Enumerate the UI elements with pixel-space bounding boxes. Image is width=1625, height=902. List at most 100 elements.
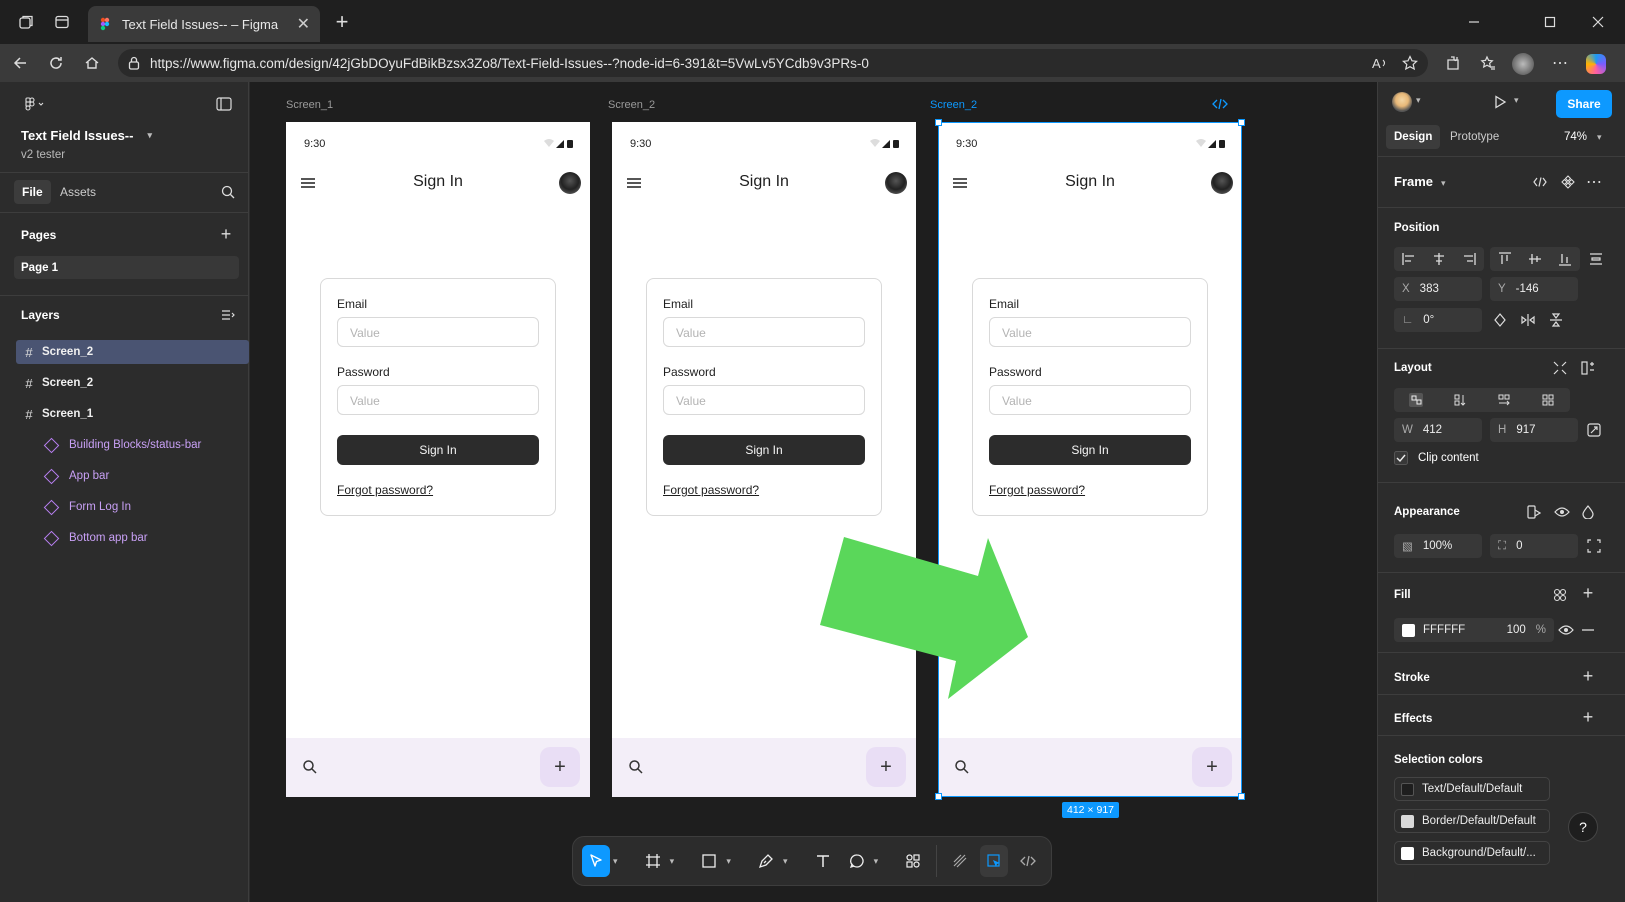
browser-tab-active[interactable]: Text Field Issues-- – Figma ✕ [88,6,320,42]
blend-mode-icon[interactable] [1578,502,1598,522]
back-icon[interactable] [6,49,34,77]
extensions-icon[interactable] [1439,49,1467,77]
address-bar[interactable]: https://www.figma.com/design/42jGbDOyuFd… [118,49,1428,77]
tab-design[interactable]: Design [1386,125,1441,149]
chevron-down-icon[interactable]: ▾ [726,856,735,867]
chevron-down-icon[interactable]: ▾ [670,856,679,867]
share-button[interactable]: Share [1556,90,1612,118]
frame-tool-icon[interactable] [639,845,667,877]
copilot-icon[interactable] [1586,54,1606,74]
width-field[interactable]: W 412 [1394,418,1482,442]
layers-collapse-icon[interactable] [214,301,242,329]
x-field[interactable]: X 383 [1394,277,1482,301]
resize-to-fit-icon[interactable] [1584,420,1604,440]
opacity-field[interactable]: ▧ 100% [1394,534,1482,558]
y-field[interactable]: Y -146 [1490,277,1578,301]
comment-tool-icon[interactable] [843,845,871,877]
favorite-star-icon[interactable] [1402,55,1418,71]
layer-screen-2-selected[interactable]: # Screen_2 [16,340,249,364]
layout-vertical-icon[interactable] [1453,393,1467,407]
independent-corners-icon[interactable] [1584,536,1604,556]
resize-handle-tr[interactable] [1238,119,1245,126]
height-field[interactable]: H 917 [1490,418,1578,442]
forgot-password-link[interactable]: Forgot password? [337,483,433,497]
chevron-down-icon[interactable]: ▾ [783,856,792,867]
frame-label-screen-2-selected[interactable]: Screen_2 [930,99,977,111]
chevron-down-icon[interactable]: ▾ [874,856,883,867]
corner-radius-field[interactable]: ⛶ 0 [1490,534,1578,558]
avatar[interactable] [559,172,581,194]
home-icon[interactable] [78,49,106,77]
align-left-icon[interactable] [1402,253,1416,265]
align-bottom-icon[interactable] [1559,252,1571,266]
auto-layout-icon[interactable] [1578,358,1598,378]
figma-menu-icon[interactable] [18,90,52,118]
add-effect-icon[interactable]: + [1578,707,1598,727]
align-center-h-icon[interactable] [1432,253,1446,265]
frame-label-screen-1[interactable]: Screen_1 [286,99,333,111]
layer-screen-2[interactable]: # Screen_2 [16,371,249,395]
frame-label-screen-2[interactable]: Screen_2 [608,99,655,111]
selection-color-border[interactable]: Border/Default/Default [1394,809,1550,833]
chevron-down-icon[interactable]: ▾ [613,856,622,867]
flip-vertical-icon[interactable] [1546,310,1566,330]
code-icon[interactable] [1530,172,1550,192]
collapse-layout-icon[interactable] [1550,358,1570,378]
sign-in-button[interactable]: Sign In [337,435,539,465]
actions-tool-icon[interactable] [899,845,927,877]
tab-assets[interactable]: Assets [60,180,96,204]
add-page-icon[interactable]: + [212,220,240,248]
layout-grid-icon[interactable] [1541,393,1555,407]
move-tool-icon[interactable] [582,845,610,877]
remove-fill-icon[interactable] [1578,620,1598,640]
layer-status-bar[interactable]: Building Blocks/status-bar [43,433,201,457]
layer-form-log-in[interactable]: Form Log In [43,495,131,519]
present-play-icon[interactable] [1490,92,1510,112]
maximize-icon[interactable] [1536,8,1564,36]
zoom-level[interactable]: 74% ▾ [1564,125,1602,149]
fill-visibility-eye-icon[interactable] [1556,620,1576,640]
add-fill-icon[interactable]: + [1578,583,1598,603]
canvas[interactable]: Screen_1 Screen_2 Screen_2 9:30 Sign In … [250,82,1377,902]
email-field[interactable]: Value [663,317,865,347]
tab-prototype[interactable]: Prototype [1450,125,1499,149]
resize-handle-tl[interactable] [935,119,942,126]
tab-file[interactable]: File [14,180,51,204]
chevron-down-icon[interactable]: ▾ [1514,95,1519,106]
layout-freeform-icon[interactable] [1409,393,1423,407]
layer-app-bar[interactable]: App bar [43,464,109,488]
refresh-icon[interactable] [42,49,70,77]
selection-color-background[interactable]: Background/Default/... [1394,841,1550,865]
frame-screen-1[interactable]: 9:30 Sign In Email Value Password Value … [286,122,590,797]
favorites-icon[interactable] [1474,49,1502,77]
flip-horizontal-icon[interactable] [1518,310,1538,330]
design-mode-icon[interactable] [980,845,1009,877]
minimize-icon[interactable] [1460,8,1488,36]
add-stroke-icon[interactable]: + [1578,666,1598,686]
variable-mode-icon[interactable] [1524,502,1544,522]
search-icon[interactable] [214,178,242,206]
dev-mode-icon[interactable] [1014,845,1042,877]
password-field[interactable]: Value [337,385,539,415]
tab-close-icon[interactable]: ✕ [297,14,310,34]
profile-avatar[interactable] [1512,53,1534,75]
dev-mode-code-icon[interactable] [1212,98,1228,110]
tab-actions-icon[interactable] [48,8,76,36]
sign-in-button[interactable]: Sign In [663,435,865,465]
align-right-icon[interactable] [1462,253,1476,265]
resize-handle-br[interactable] [1238,793,1245,800]
component-icon[interactable] [1558,172,1578,192]
search-icon[interactable] [302,759,318,775]
read-aloud-icon[interactable]: A [1372,56,1388,70]
more-icon[interactable]: ⋯ [1584,172,1604,192]
file-name[interactable]: Text Field Issues-- ▾ [21,128,152,143]
selection-color-text[interactable]: Text/Default/Default [1394,777,1550,801]
rotation-field[interactable]: ∟ 0° [1394,308,1482,332]
text-tool-icon[interactable] [809,845,837,877]
fill-color-field[interactable]: FFFFFF 100 % [1394,618,1554,642]
toggle-sidebar-icon[interactable] [210,90,238,118]
search-icon[interactable] [628,759,644,775]
password-field[interactable]: Value [663,385,865,415]
forgot-password-link[interactable]: Forgot password? [663,483,759,497]
add-fab-button[interactable]: + [540,747,580,787]
